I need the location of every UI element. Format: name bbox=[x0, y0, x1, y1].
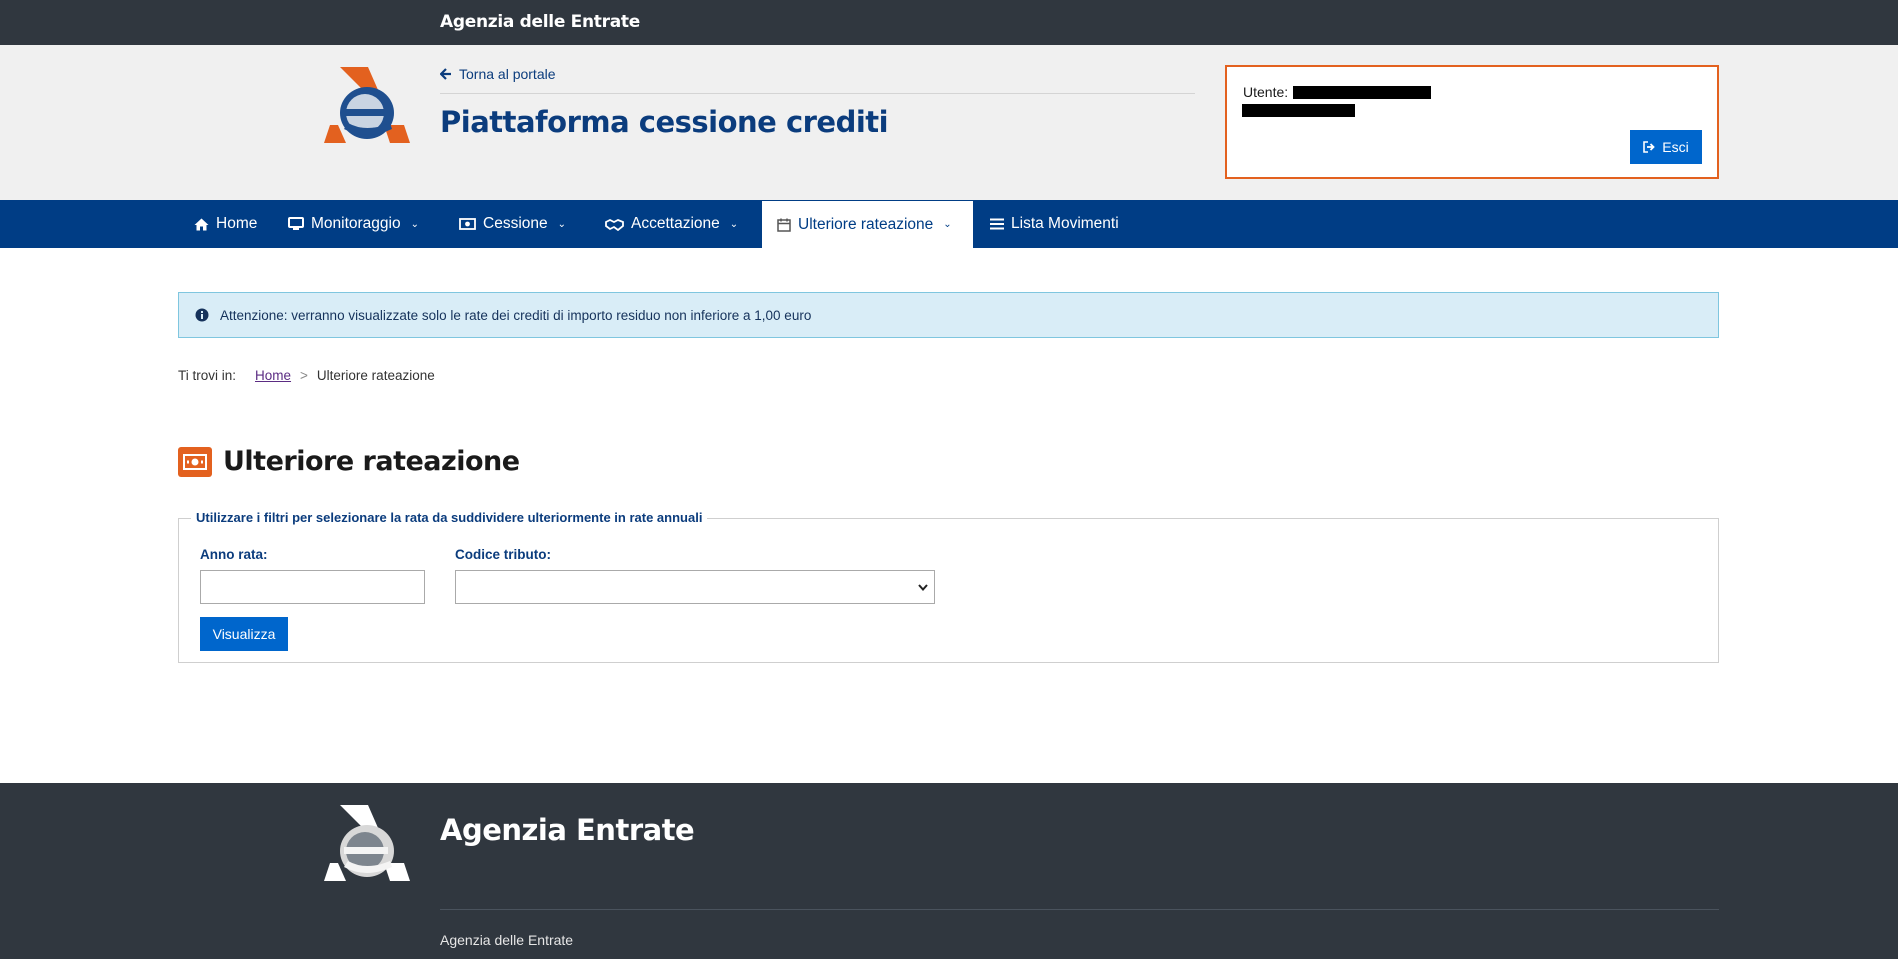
chevron-down-icon: ⌄ bbox=[557, 218, 567, 230]
list-icon bbox=[990, 218, 1004, 230]
nav-cessione-label: Cessione bbox=[483, 215, 548, 232]
filter-fieldset: Utilizzare i filtri per selezionare la r… bbox=[178, 510, 1719, 663]
footer-subtitle: Agenzia delle Entrate bbox=[440, 932, 574, 948]
page-title: Ulteriore rateazione bbox=[223, 446, 520, 477]
nav-item-home[interactable]: Home bbox=[194, 200, 257, 248]
chevron-down-icon bbox=[918, 584, 928, 592]
breadcrumb: Ti trovi in: Home > Ulteriore rateazione bbox=[178, 368, 435, 383]
header-divider bbox=[440, 93, 1195, 94]
nav-home-label: Home bbox=[216, 215, 258, 232]
handshake-icon bbox=[605, 218, 624, 231]
info-alert: Attenzione: verranno visualizzate solo l… bbox=[178, 292, 1719, 338]
anno-rata-label: Anno rata: bbox=[200, 547, 268, 562]
user-panel: Utente: Esci bbox=[1225, 65, 1719, 179]
redacted-user-id bbox=[1242, 104, 1355, 117]
nav-item-ulteriore-rateazione[interactable]: Ulteriore rateazione ⌄ bbox=[762, 201, 973, 248]
top-bar: Agenzia delle Entrate bbox=[0, 0, 1898, 45]
agenzia-logo-icon bbox=[324, 805, 410, 881]
money-icon bbox=[178, 446, 212, 477]
nav-item-cessione[interactable]: Cessione ⌄ bbox=[459, 200, 566, 248]
logout-button[interactable]: Esci bbox=[1630, 130, 1702, 164]
chevron-down-icon: ⌄ bbox=[943, 219, 952, 230]
site-header: Torna al portale Piattaforma cessione cr… bbox=[0, 45, 1898, 200]
codice-tributo-label: Codice tributo: bbox=[455, 547, 551, 562]
footer-divider bbox=[440, 909, 1719, 910]
breadcrumb-home-link[interactable]: Home bbox=[255, 368, 291, 383]
sign-out-icon bbox=[1643, 141, 1656, 153]
money-icon bbox=[459, 218, 476, 230]
visualizza-button[interactable]: Visualizza bbox=[200, 617, 288, 651]
user-label: Utente: bbox=[1243, 84, 1289, 100]
calendar-icon bbox=[777, 218, 791, 232]
alert-text: Attenzione: verranno visualizzate solo l… bbox=[220, 307, 812, 323]
back-to-portal-link[interactable]: Torna al portale bbox=[440, 66, 556, 82]
nav-monitoraggio-label: Monitoraggio bbox=[311, 215, 401, 232]
nav-ulteriore-rateazione-label: Ulteriore rateazione bbox=[798, 215, 934, 233]
logout-label: Esci bbox=[1662, 139, 1689, 155]
user-info: Utente: bbox=[1243, 84, 1432, 100]
breadcrumb-separator: > bbox=[300, 368, 308, 383]
nav-lista-movimenti-label: Lista Movimenti bbox=[1011, 215, 1119, 232]
redacted-user-name bbox=[1293, 85, 1432, 99]
nav-item-lista-movimenti[interactable]: Lista Movimenti bbox=[990, 200, 1119, 248]
main-nav: Home Monitoraggio ⌄ Cessione ⌄ Accettazi… bbox=[0, 200, 1898, 248]
footer-title: Agenzia Entrate bbox=[440, 813, 695, 847]
monitor-icon bbox=[288, 217, 304, 230]
nav-item-accettazione[interactable]: Accettazione ⌄ bbox=[605, 200, 738, 248]
agenzia-logo-icon[interactable] bbox=[320, 63, 412, 145]
codice-tributo-select[interactable] bbox=[455, 570, 935, 604]
arrow-left-icon bbox=[440, 68, 451, 80]
chevron-down-icon: ⌄ bbox=[729, 218, 739, 230]
filter-legend: Utilizzare i filtri per selezionare la r… bbox=[191, 510, 708, 525]
nav-accettazione-label: Accettazione bbox=[631, 215, 720, 232]
breadcrumb-prefix: Ti trovi in: bbox=[178, 368, 237, 383]
anno-rata-input[interactable] bbox=[200, 570, 425, 604]
info-icon bbox=[195, 308, 209, 322]
nav-item-monitoraggio[interactable]: Monitoraggio ⌄ bbox=[288, 200, 419, 248]
home-icon bbox=[194, 218, 209, 230]
back-link-label: Torna al portale bbox=[459, 66, 556, 82]
site-footer: Agenzia Entrate Agenzia delle Entrate bbox=[0, 783, 1898, 959]
app-title: Piattaforma cessione crediti bbox=[440, 105, 889, 139]
page-heading: Ulteriore rateazione bbox=[178, 446, 520, 477]
breadcrumb-current: Ulteriore rateazione bbox=[316, 368, 435, 383]
top-bar-brand: Agenzia delle Entrate bbox=[440, 12, 640, 32]
chevron-down-icon: ⌄ bbox=[410, 218, 419, 230]
